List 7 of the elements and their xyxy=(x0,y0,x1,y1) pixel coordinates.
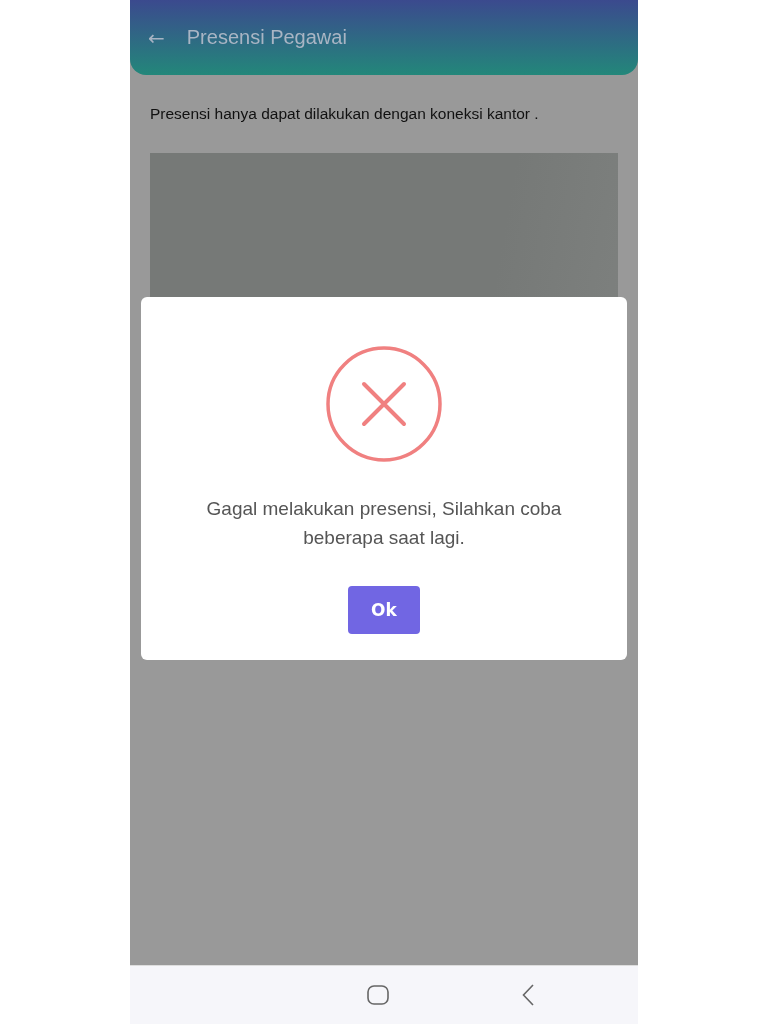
back-icon[interactable] xyxy=(522,984,534,1006)
home-icon[interactable] xyxy=(367,985,389,1005)
back-button[interactable]: ← xyxy=(148,25,165,50)
header-title: Presensi Pegawai xyxy=(186,26,347,49)
notice-text: Presensi hanya dapat dilakukan dengan koneksi kantor . xyxy=(150,105,540,123)
dialog-message: Gagal melakukan presensi, Silahkan coba beberapa saat lagi. xyxy=(205,497,563,550)
ok-button[interactable]: Ok xyxy=(348,586,420,634)
